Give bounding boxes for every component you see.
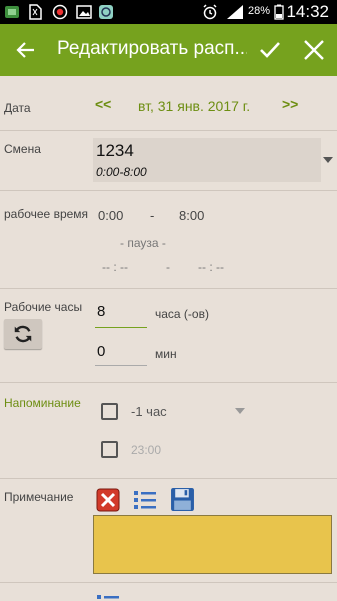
shift-name: 1234 <box>96 141 134 160</box>
minutes-input[interactable]: 0 <box>95 343 147 366</box>
refresh-icon <box>14 325 32 343</box>
worktime-dash: - <box>150 208 155 223</box>
pause-end[interactable]: -- : -- <box>198 260 224 274</box>
clock: 14:32 <box>286 2 329 21</box>
signal-icon <box>227 5 243 19</box>
sync-notification-icon <box>99 5 113 19</box>
clear-note-icon[interactable] <box>96 488 120 512</box>
close-icon[interactable] <box>302 38 326 62</box>
battery-percent: 28% <box>248 5 271 17</box>
reminder-option-2[interactable]: 23:00 <box>131 443 161 457</box>
divider <box>0 582 337 583</box>
sim-icon <box>29 4 42 20</box>
divider <box>0 478 337 479</box>
reminder-checkbox-1[interactable] <box>101 403 118 420</box>
save-check-icon[interactable] <box>258 38 282 62</box>
image-icon <box>76 5 92 19</box>
worktime-label: рабочее время <box>4 207 89 221</box>
reminder-checkbox-2[interactable] <box>101 441 118 458</box>
shift-dropdown-icon[interactable] <box>323 157 333 163</box>
pause-label: - пауза - <box>120 236 166 250</box>
back-arrow-icon[interactable] <box>14 38 38 62</box>
note-input[interactable] <box>93 515 332 574</box>
save-disk-icon[interactable] <box>170 487 195 512</box>
reminder-dropdown-icon[interactable] <box>235 408 245 414</box>
pause-dash: - <box>166 260 170 274</box>
alarm-icon <box>203 4 217 20</box>
prev-date-button[interactable]: << <box>95 96 111 112</box>
battery-icon <box>274 4 284 20</box>
divider <box>0 288 337 289</box>
date-label: Дата <box>4 101 31 115</box>
worktime-end[interactable]: 8:00 <box>179 208 204 223</box>
reminder-label: Напоминание <box>4 396 81 410</box>
status-bar: 28% 14:32 <box>0 0 337 24</box>
app-bar: Редактировать расп... <box>0 24 337 76</box>
next-date-button[interactable]: >> <box>282 96 298 112</box>
hours-unit: часа (-ов) <box>155 307 209 321</box>
divider <box>0 190 337 191</box>
minutes-unit: мин <box>155 347 177 361</box>
pause-start[interactable]: -- : -- <box>102 260 128 274</box>
shift-label: Смена <box>4 142 41 156</box>
record-icon <box>52 4 68 20</box>
recalculate-button[interactable] <box>4 319 42 349</box>
worktime-start[interactable]: 0:00 <box>98 208 123 223</box>
hours-label: Рабочие часы <box>4 300 83 314</box>
page-title: Редактировать расп... <box>57 38 247 59</box>
shift-time: 0:00-8:00 <box>96 165 147 179</box>
app-notification-icon <box>5 6 19 18</box>
shift-select[interactable]: 1234 0:00-8:00 <box>93 138 321 182</box>
divider <box>0 382 337 383</box>
divider <box>0 130 337 131</box>
list-icon[interactable] <box>133 488 157 512</box>
hours-input[interactable]: 8 <box>95 303 147 328</box>
reminder-option-1[interactable]: -1 час <box>131 404 167 419</box>
date-value[interactable]: вт, 31 янв. 2017 г. <box>138 98 250 114</box>
note-label: Примечание <box>4 490 74 504</box>
